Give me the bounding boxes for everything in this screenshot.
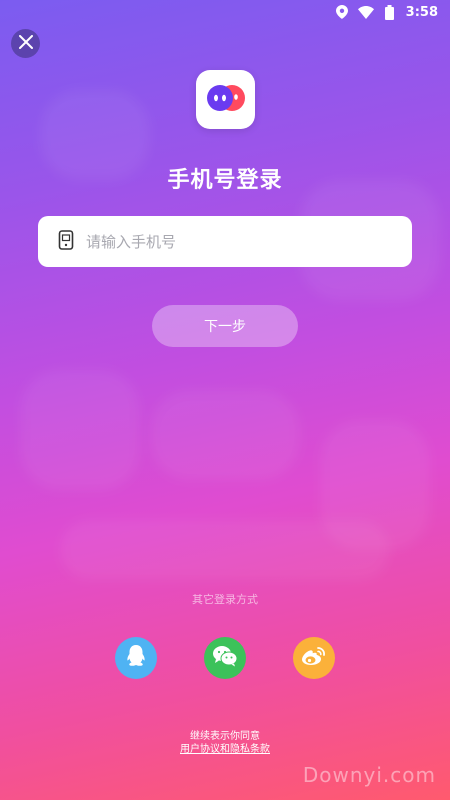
phone-field[interactable] <box>38 216 412 267</box>
wechat-icon <box>212 645 238 671</box>
page-title: 手机号登录 <box>167 168 283 193</box>
status-bar: 3:58 <box>0 0 450 24</box>
qq-login-button[interactable] <box>115 637 157 679</box>
close-button[interactable] <box>11 29 40 58</box>
wifi-icon <box>357 4 374 20</box>
background-blob <box>20 370 140 490</box>
background-blob <box>150 390 300 480</box>
next-button[interactable]: 下一步 <box>152 305 298 347</box>
status-time: 3:58 <box>405 4 438 20</box>
other-login-label: 其它登录方式 <box>192 593 258 606</box>
agreement-link[interactable]: 用户协议和隐私条款 <box>0 740 450 755</box>
wechat-login-button[interactable] <box>204 637 246 679</box>
weibo-icon <box>301 645 327 671</box>
app-logo <box>196 70 255 129</box>
app-logo-icon <box>205 83 247 117</box>
battery-icon <box>382 4 398 20</box>
watermark: Downyi.com <box>302 763 436 787</box>
phone-icon <box>58 229 74 254</box>
location-icon <box>334 4 350 20</box>
close-icon <box>18 34 33 53</box>
weibo-login-button[interactable] <box>293 637 335 679</box>
qq-icon <box>125 644 147 672</box>
background-blob <box>60 520 390 580</box>
phone-input[interactable] <box>86 232 386 251</box>
